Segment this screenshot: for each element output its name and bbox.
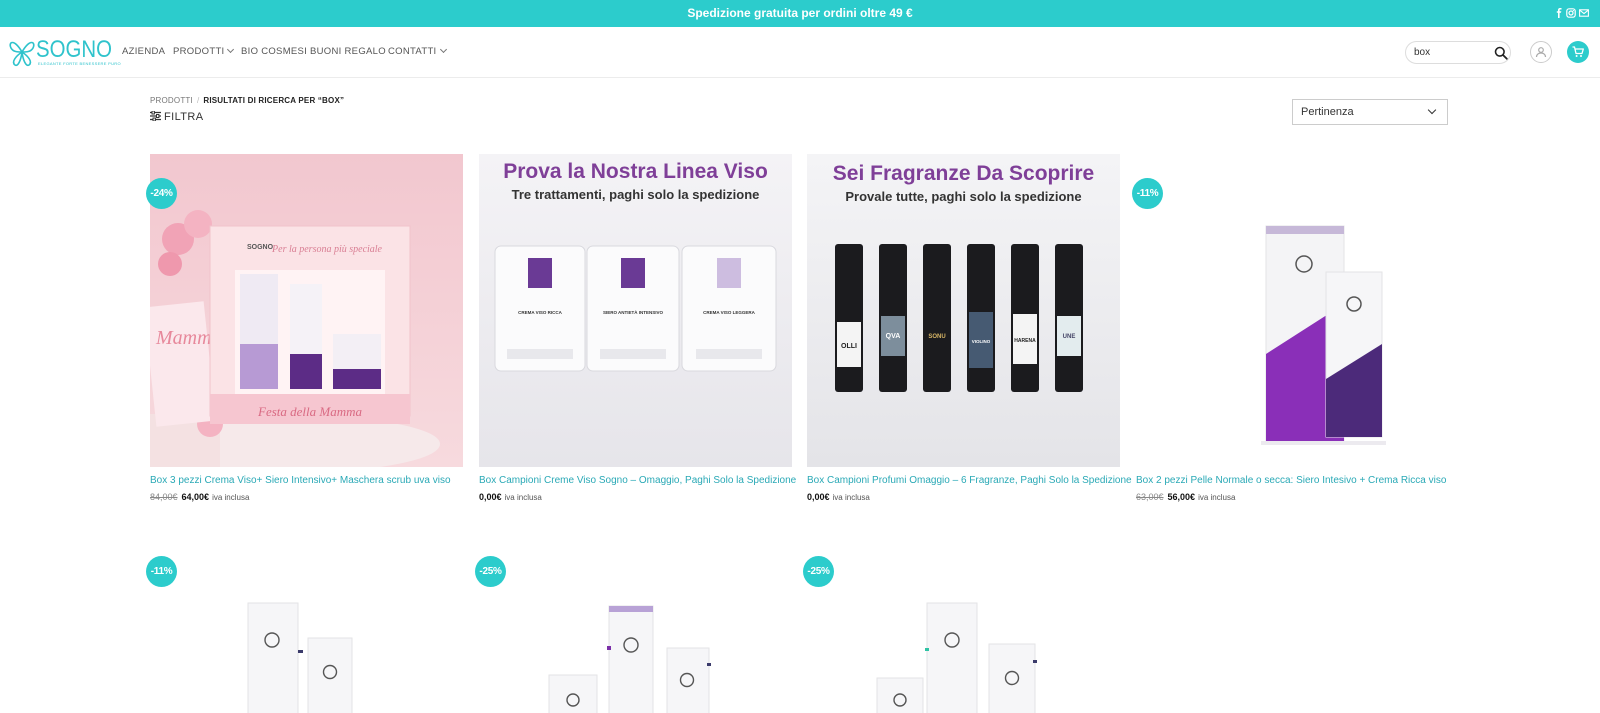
vial-label: HARENA [1014,338,1036,344]
nav-item-buoni-regalo[interactable]: BUONI REGALO [310,46,386,57]
vial-label: QVA [886,333,901,340]
product-price: 84,00€ 64,00€ iva inclusa [150,492,249,502]
shipping-message: Spedizione gratuita per ordini oltre 49 … [687,6,913,20]
card-caption-box: Festa della Mamma [257,404,362,419]
discount-badge: -24% [146,178,177,209]
email-icon[interactable] [1579,8,1589,18]
chevron-down-icon [439,45,447,54]
discount-badge: -11% [146,556,177,587]
breadcrumb-link-prodotti[interactable]: PRODOTTI [150,96,193,105]
product-title[interactable]: Box 3 pezzi Crema Viso+ Siero Intensivo+… [150,475,470,486]
sachet-label: CREMA VISO RICCA [518,310,563,315]
discount-badge: -11% [1132,178,1163,209]
chevron-down-icon [1427,105,1437,115]
product-image[interactable] [479,560,792,713]
search-input[interactable] [1414,44,1484,61]
price-vat-note: iva inclusa [212,493,250,502]
breadcrumb-separator: / [196,96,200,105]
price-vat-note: iva inclusa [504,493,542,502]
nav-item-contatti[interactable]: CONTATTI [388,45,447,57]
brand-logo[interactable]: SOGNO ELEGANTE FORTE BENESSERE PURO [8,36,121,68]
svg-text:SOGNO: SOGNO [247,244,274,251]
filter-icon [150,111,161,121]
vial-label: SONU [928,334,945,340]
vial-label: UNE [1063,334,1076,340]
card-caption-top: Per la persona più speciale [271,244,383,255]
breadcrumb: PRODOTTI / RISULTATI DI RICERCA PER “BOX” [150,96,344,105]
search-icon[interactable] [1494,46,1508,60]
nav-item-bio-cosmesi[interactable]: BIO COSMESI [241,46,307,57]
breadcrumb-current: RISULTATI DI RICERCA PER “BOX” [203,96,345,105]
butterfly-icon [9,41,35,67]
site-header: SOGNO ELEGANTE FORTE BENESSERE PURO AZIE… [0,27,1600,78]
user-icon [1535,46,1546,57]
sort-select[interactable]: Pertinenza [1292,99,1448,125]
price-old: 84,00€ [150,492,178,502]
discount-badge: -25% [475,556,506,587]
discount-badge: -25% [803,556,834,587]
product-title[interactable]: Box Campioni Creme Viso Sogno – Omaggio,… [479,475,799,486]
account-button[interactable] [1530,41,1552,63]
cart-button[interactable] [1567,41,1589,63]
sachet-label: CREMA VISO LEGGERA [703,310,756,315]
filter-label: FILTRA [164,111,204,123]
price-current: 56,00€ [1167,492,1196,502]
product-image[interactable] [1136,154,1449,467]
price-current: 0,00€ [479,492,502,502]
search-box [1405,41,1511,64]
product-image[interactable] [807,560,1120,713]
price-vat-note: iva inclusa [1198,493,1236,502]
vial-label: OLLI [841,343,857,350]
vial-label: VIOLINO [972,339,991,344]
announcement-bar: Spedizione gratuita per ordini oltre 49 … [0,0,1600,27]
sachet-label: SIERO ANTIETÀ INTENSIVO [603,309,664,315]
cart-icon [1572,46,1584,57]
nav-item-azienda[interactable]: AZIENDA [122,46,165,57]
product-image[interactable]: Sei Fragranze Da Scoprire Provale tutte,… [807,154,1120,467]
price-vat-note: iva inclusa [832,493,870,502]
product-price: 63,00€ 56,00€ iva inclusa [1136,492,1235,502]
product-image[interactable]: Mamma Per la persona più speciale Festa … [150,154,463,467]
instagram-icon[interactable] [1566,8,1576,18]
product-title[interactable]: Box Campioni Profumi Omaggio – 6 Fragran… [807,475,1132,486]
product-image[interactable]: Prova la Nostra Linea Viso Tre trattamen… [479,154,792,467]
chevron-down-icon [227,45,235,54]
nav-item-prodotti[interactable]: PRODOTTI [173,45,235,57]
product-price: 0,00€ iva inclusa [807,492,870,502]
price-current: 0,00€ [807,492,830,502]
brand-name: SOGNO [36,36,112,63]
filter-button[interactable]: FILTRA [150,111,203,123]
product-price: 0,00€ iva inclusa [479,492,542,502]
product-image[interactable] [150,560,463,713]
sort-selected-value: Pertinenza [1301,106,1354,118]
product-title[interactable]: Box 2 pezzi Pelle Normale o secca: Siero… [1136,475,1456,486]
price-current: 64,00€ [181,492,210,502]
facebook-icon[interactable] [1554,8,1564,18]
price-old: 63,00€ [1136,492,1164,502]
brand-tagline: ELEGANTE FORTE BENESSERE PURO [38,61,121,66]
